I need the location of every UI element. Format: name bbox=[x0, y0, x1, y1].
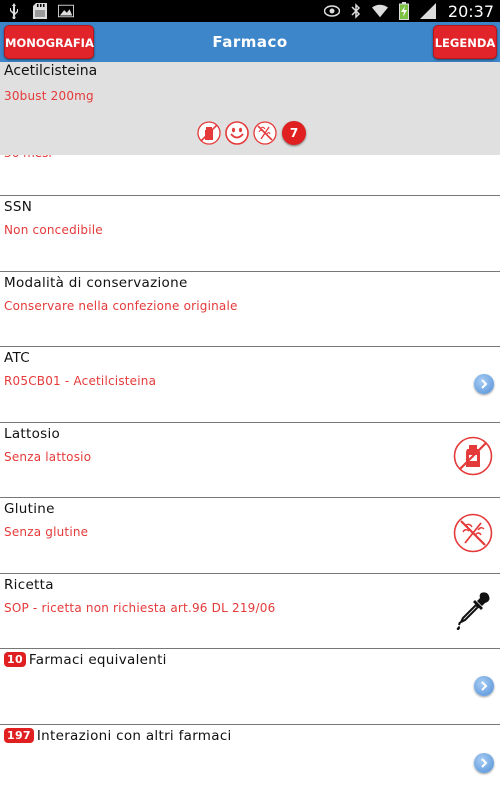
status-bar: 20:37 bbox=[0, 0, 500, 22]
image-icon bbox=[58, 3, 74, 19]
row-value: Non concedibile bbox=[4, 223, 103, 237]
list-item-ricetta: Ricetta SOP - ricetta non richiesta art.… bbox=[0, 573, 500, 648]
no-gluten-icon bbox=[252, 120, 278, 146]
row-title-text: Interazioni con altri farmaci bbox=[36, 728, 232, 744]
clock: 20:37 bbox=[447, 1, 494, 21]
bluetooth-icon bbox=[348, 3, 364, 19]
row-title: ATC bbox=[4, 350, 30, 366]
no-lactose-icon bbox=[452, 435, 494, 477]
count-badge: 10 bbox=[4, 652, 26, 667]
smiley-icon bbox=[224, 120, 250, 146]
row-title: Ricetta bbox=[4, 577, 54, 593]
list-item-glutine: Glutine Senza glutine bbox=[0, 497, 500, 573]
list-item-conservazione: Modalità di conservazione Conservare nel… bbox=[0, 271, 500, 346]
no-gluten-icon bbox=[452, 512, 494, 554]
row-title: 10 Farmaci equivalenti bbox=[4, 652, 167, 668]
row-title-text: Farmaci equivalenti bbox=[28, 652, 167, 668]
warning-count-badge[interactable]: 7 bbox=[282, 121, 306, 145]
row-title: Lattosio bbox=[4, 426, 61, 442]
usb-icon bbox=[6, 3, 22, 19]
row-value: Conservare nella confezione originale bbox=[4, 299, 238, 313]
battery-charging-icon bbox=[396, 2, 412, 20]
eye-icon bbox=[323, 3, 340, 19]
legenda-button[interactable]: LEGENDA bbox=[433, 25, 497, 59]
action-bar: Farmaco MONOGRAFIA LEGENDA bbox=[0, 22, 500, 62]
signal-icon bbox=[419, 3, 436, 19]
row-value: R05CB01 - Acetilcisteina bbox=[4, 374, 157, 388]
row-title: Modalità di conservazione bbox=[4, 275, 188, 291]
list-item-interazioni[interactable]: 197 Interazioni con altri farmaci bbox=[0, 724, 500, 800]
list-item-farmaci-equivalenti[interactable]: 10 Farmaci equivalenti bbox=[0, 648, 500, 724]
row-value: Senza glutine bbox=[4, 525, 89, 539]
dropper-icon bbox=[452, 590, 494, 632]
list-item-ssn: SSN Non concedibile bbox=[0, 195, 500, 271]
chevron-right-icon[interactable] bbox=[474, 374, 494, 394]
chevron-right-icon[interactable] bbox=[474, 753, 494, 773]
row-value: Senza lattosio bbox=[4, 450, 92, 464]
list-item-lattosio: Lattosio Senza lattosio bbox=[0, 422, 500, 497]
row-title: 197 Interazioni con altri farmaci bbox=[4, 728, 232, 744]
sd-card-icon bbox=[32, 3, 48, 19]
chevron-right-icon[interactable] bbox=[474, 676, 494, 696]
drug-header: Acetilcisteina 30bust 200mg 7 bbox=[0, 62, 500, 155]
no-lactose-icon bbox=[196, 120, 222, 146]
drug-badges: 7 bbox=[196, 120, 306, 146]
row-title: SSN bbox=[4, 199, 33, 215]
drug-name: Acetilcisteina bbox=[4, 63, 98, 79]
count-badge: 197 bbox=[4, 728, 34, 743]
drug-detail-list: 36 mesi SSN Non concedibile Modalità di … bbox=[0, 130, 500, 800]
row-title: Glutine bbox=[4, 501, 55, 517]
monografia-button[interactable]: MONOGRAFIA bbox=[4, 25, 94, 59]
drug-package: 30bust 200mg bbox=[4, 89, 94, 103]
row-value: SOP - ricetta non richiesta art.96 DL 21… bbox=[4, 601, 276, 615]
list-item-atc[interactable]: ATC R05CB01 - Acetilcisteina bbox=[0, 346, 500, 422]
wifi-icon bbox=[371, 3, 388, 19]
